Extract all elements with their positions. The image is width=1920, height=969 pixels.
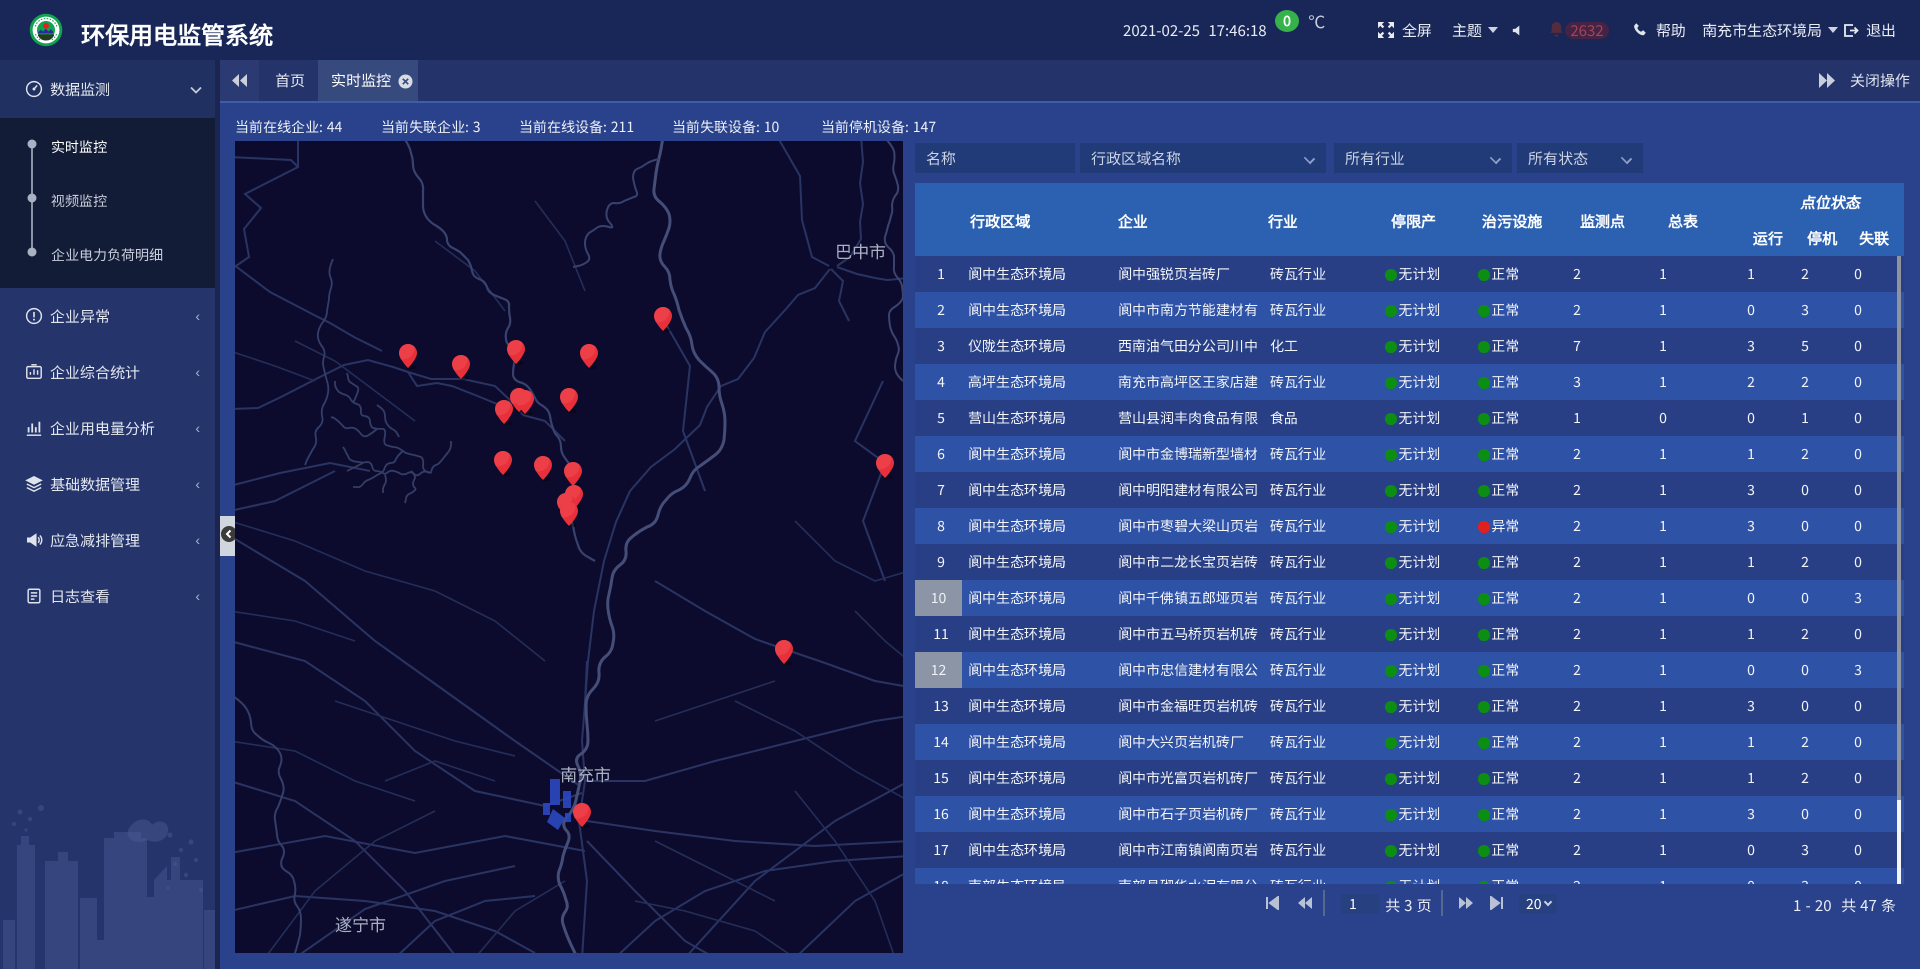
- svg-text:南充市: 南充市: [560, 761, 611, 786]
- svg-text:巴中市: 巴中市: [835, 238, 886, 263]
- svg-text:遂宁市: 遂宁市: [335, 911, 386, 936]
